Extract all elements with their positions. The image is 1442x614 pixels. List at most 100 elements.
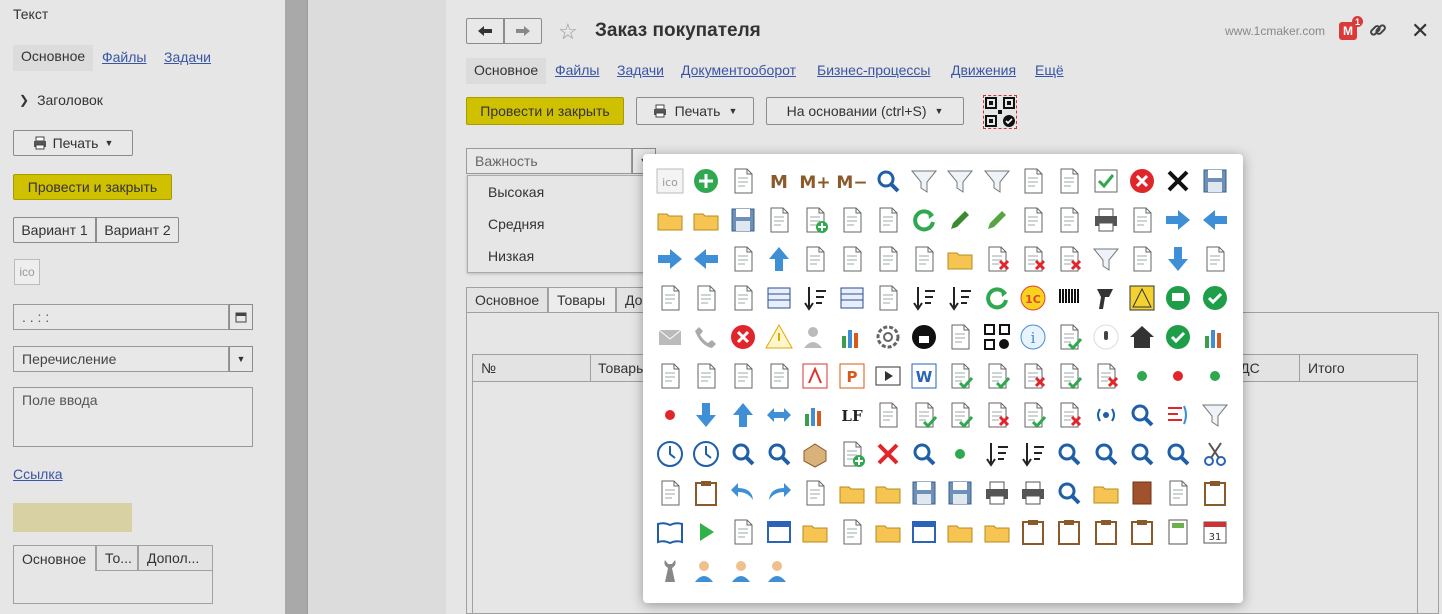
filter-remove-icon[interactable] [981,165,1013,197]
green-dot2-icon[interactable] [1199,360,1231,392]
arrow-up-icon[interactable] [763,243,795,275]
powerpoint-icon[interactable]: P [836,360,868,392]
stack-cursor-icon[interactable] [763,204,795,236]
m-icon[interactable]: M [763,165,795,197]
folder-open-icon[interactable] [944,516,976,548]
info-icon[interactable]: i [1017,321,1049,353]
list-down-icon[interactable] [872,282,904,314]
red-dot-icon[interactable] [1162,360,1194,392]
clipboard-check-icon[interactable] [1053,516,1085,548]
redo-icon[interactable] [763,477,795,509]
print-check-icon[interactable] [1017,477,1049,509]
tree-icon[interactable] [908,243,940,275]
folder-down2-icon[interactable] [872,477,904,509]
save2-icon[interactable] [908,477,940,509]
chart-stack-icon[interactable] [1199,321,1231,353]
home-icon[interactable] [1126,321,1158,353]
clipboard-cross-check-icon[interactable] [1126,516,1158,548]
calendar-icon[interactable] [229,304,253,330]
wrench-icon[interactable] [654,555,686,587]
close-x-icon[interactable] [1162,165,1194,197]
traffic-icon[interactable] [799,399,831,431]
inner-tab-more[interactable]: До [616,287,646,313]
down-blue-icon[interactable] [690,399,722,431]
1c-icon[interactable]: 1С [1017,282,1049,314]
move-right-icon[interactable] [1053,165,1085,197]
undo-icon[interactable] [727,477,759,509]
new-document-icon[interactable] [727,165,759,197]
bottom-tab-main[interactable]: Основное [13,545,96,571]
forward-arrow-icon[interactable] [504,18,542,44]
green-dot-icon[interactable] [1126,360,1158,392]
col-total[interactable]: Итого [1308,360,1345,376]
double-right-icon[interactable] [654,243,686,275]
up-blue-icon[interactable] [727,399,759,431]
refresh-icon[interactable] [908,204,940,236]
export-icon[interactable] [836,204,868,236]
users-icon[interactable] [799,321,831,353]
add-circle-icon[interactable] [690,165,722,197]
search-icon[interactable] [727,438,759,470]
clipboard-icon[interactable] [1017,516,1049,548]
chat-icon[interactable] [1162,282,1194,314]
stack-forward-time-icon[interactable] [727,282,759,314]
doc-ok-icon[interactable] [944,360,976,392]
check-icon[interactable] [1090,165,1122,197]
barcode-icon[interactable] [1053,282,1085,314]
delete-mark-icon[interactable] [1053,243,1085,275]
bottom-tab-extra[interactable]: Допол... [138,545,213,571]
doc-error-icon[interactable] [1017,360,1049,392]
doc-image-icon[interactable] [690,360,722,392]
sort-az-icon[interactable] [908,282,940,314]
new-window-icon[interactable] [763,516,795,548]
copy-icon[interactable] [654,477,686,509]
ico-placeholder-icon[interactable]: ico [14,259,40,285]
col-num[interactable]: № [481,360,496,376]
close-circle-icon[interactable] [1126,165,1158,197]
filter-icon[interactable] [944,165,976,197]
paragraph-icon[interactable] [872,399,904,431]
funnel-icon[interactable] [1199,399,1231,431]
clipboard-cross-icon[interactable] [1090,516,1122,548]
doc-check-icon[interactable] [908,399,940,431]
enum-field[interactable]: Перечисление [13,346,229,372]
folder-add-icon[interactable] [981,516,1013,548]
move-back-icon[interactable] [1126,243,1158,275]
find-doc-icon[interactable] [1053,477,1085,509]
folder-find-icon[interactable] [1090,477,1122,509]
calendar-icon[interactable]: 31 [1199,516,1231,548]
reload-icon[interactable] [981,282,1013,314]
search-cross-icon[interactable] [908,438,940,470]
table-icon[interactable] [763,282,795,314]
post-close-button[interactable]: Провести и закрыть [466,97,624,125]
filter-check-icon[interactable] [908,165,940,197]
tab-files[interactable]: Файлы [102,49,146,65]
search-back-icon[interactable] [1090,438,1122,470]
chart-triangle-icon[interactable] [1126,282,1158,314]
doc-error-multi-icon[interactable] [1090,360,1122,392]
gear-icon[interactable] [872,321,904,353]
filter-stack-icon[interactable] [1090,243,1122,275]
search-refresh-icon[interactable] [763,438,795,470]
edit-icon[interactable] [944,204,976,236]
sigma-doc-icon[interactable] [654,360,686,392]
ico-placeholder-icon[interactable]: ico [654,165,686,197]
list-doc-icon[interactable] [836,243,868,275]
date-field[interactable]: . . : : [13,304,229,330]
tab-more[interactable]: Ещё [1035,62,1064,78]
table-sort-icon[interactable] [799,282,831,314]
scissors-icon[interactable] [1199,438,1231,470]
tab-movements[interactable]: Движения [951,62,1016,78]
add-folder-icon[interactable] [944,243,976,275]
sort-za-icon[interactable] [944,282,976,314]
broadcast-icon[interactable] [1090,399,1122,431]
settings-doc2-icon[interactable] [836,516,868,548]
folder-search-icon[interactable] [1162,438,1194,470]
sort-list-icon[interactable] [1017,438,1049,470]
stack-forward-icon[interactable] [690,282,722,314]
find-in-list-icon[interactable] [872,165,904,197]
tab-files[interactable]: Файлы [555,62,599,78]
doc-cross-icon[interactable] [981,399,1013,431]
folder-up2-icon[interactable] [836,477,868,509]
word-icon[interactable]: W [908,360,940,392]
